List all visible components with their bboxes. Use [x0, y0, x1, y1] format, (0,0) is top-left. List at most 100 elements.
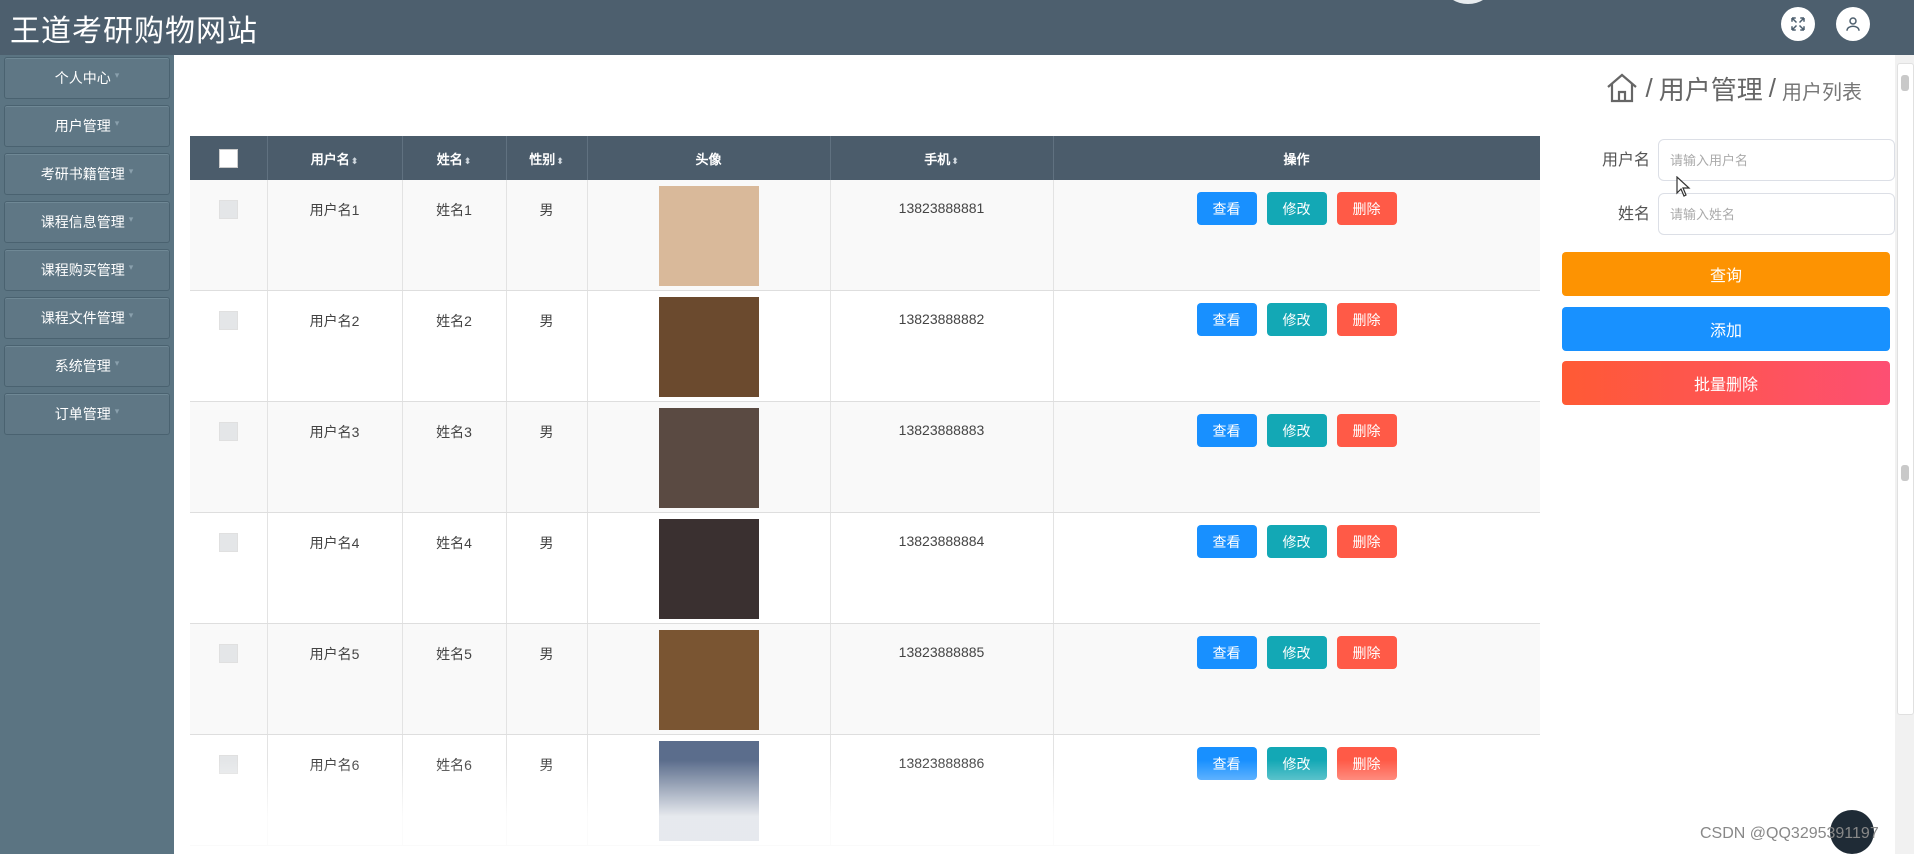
- table-row: 用户名5 姓名5 男 13823888885 查看 修改 删除: [190, 623, 1540, 735]
- sort-icon: ⬍: [350, 155, 359, 166]
- sidebar: 个人中心 ▾ 用户管理 ▾ 考研书籍管理 ▾ 课程信息管理 ▾ 课程购买管理 ▾ 课程文件…: [0, 55, 174, 854]
- cell-name: 姓名6: [436, 757, 472, 773]
- scrollbar-marker: [1901, 465, 1909, 481]
- column-header-username[interactable]: 用户名⬍: [267, 136, 403, 180]
- delete-button[interactable]: 删除: [1336, 303, 1397, 336]
- avatar-image: [658, 408, 759, 508]
- username-search-row: 用户名: [1560, 139, 1895, 183]
- delete-button[interactable]: 删除: [1336, 747, 1397, 780]
- sidebar-item-course-files[interactable]: 课程文件管理 ▾: [4, 297, 170, 339]
- cell-phone: 13823888883: [898, 422, 985, 438]
- sidebar-item-personal-center[interactable]: 个人中心 ▾: [4, 57, 170, 99]
- row-checkbox[interactable]: [218, 200, 238, 219]
- page-scrollbar[interactable]: [1895, 55, 1914, 854]
- user-profile-button[interactable]: [1836, 7, 1870, 41]
- name-search-input[interactable]: [1658, 193, 1895, 235]
- cell-gender: 男: [539, 646, 554, 662]
- column-header-phone[interactable]: 手机⬍: [830, 136, 1054, 180]
- sidebar-item-user-management[interactable]: 用户管理 ▾: [4, 105, 170, 147]
- chevron-down-icon: ▾: [114, 357, 120, 368]
- delete-button[interactable]: 删除: [1336, 525, 1397, 558]
- breadcrumb-current: 用户列表: [1782, 81, 1862, 104]
- cell-gender: 男: [539, 424, 554, 440]
- delete-button[interactable]: 删除: [1336, 192, 1397, 225]
- row-checkbox[interactable]: [218, 422, 238, 441]
- query-button[interactable]: 查询: [1562, 252, 1890, 296]
- delete-button[interactable]: 删除: [1336, 414, 1397, 447]
- table-row: 用户名2 姓名2 男 13823888882 查看 修改 删除: [190, 290, 1540, 402]
- delete-button[interactable]: 删除: [1336, 636, 1397, 669]
- cell-username: 用户名2: [309, 313, 360, 329]
- column-header-name[interactable]: 姓名⬍: [402, 136, 507, 180]
- edit-button[interactable]: 修改: [1266, 525, 1327, 558]
- view-button[interactable]: 查看: [1196, 636, 1257, 669]
- view-button[interactable]: 查看: [1196, 747, 1257, 780]
- scrollbar-thumb[interactable]: [1897, 63, 1914, 715]
- cell-name: 姓名5: [436, 646, 472, 662]
- expand-icon: [1791, 17, 1805, 31]
- avatar-image: [658, 741, 759, 841]
- header-decoration: [1446, 0, 1490, 4]
- breadcrumb-parent[interactable]: 用户管理: [1659, 70, 1763, 107]
- sidebar-item-books[interactable]: 考研书籍管理 ▾: [4, 153, 170, 195]
- select-all-checkbox[interactable]: [218, 148, 238, 168]
- edit-button[interactable]: 修改: [1266, 414, 1327, 447]
- sort-icon: ⬍: [951, 155, 959, 166]
- sidebar-item-course-purchase[interactable]: 课程购买管理 ▾: [4, 249, 170, 291]
- view-button[interactable]: 查看: [1196, 414, 1257, 447]
- username-search-input[interactable]: [1658, 139, 1895, 181]
- view-button[interactable]: 查看: [1196, 192, 1257, 225]
- cell-gender: 男: [539, 313, 554, 329]
- table-row: 用户名1 姓名1 男 13823888881 查看 修改 删除: [190, 180, 1540, 291]
- chevron-down-icon: ▾: [114, 69, 120, 80]
- home-icon[interactable]: [1604, 70, 1640, 106]
- row-checkbox[interactable]: [218, 311, 238, 330]
- fullscreen-button[interactable]: [1781, 7, 1815, 41]
- view-button[interactable]: 查看: [1196, 525, 1257, 558]
- table-header-row: 用户名⬍ 姓名⬍ 性别⬍ 头像 手机⬍ 操作: [190, 136, 1540, 180]
- chevron-down-icon: ▾: [128, 165, 134, 176]
- mouse-cursor-icon: [1676, 176, 1691, 197]
- cell-username: 用户名3: [309, 424, 360, 440]
- batch-delete-button[interactable]: 批量删除: [1562, 361, 1890, 405]
- sidebar-item-orders[interactable]: 订单管理 ▾: [4, 393, 170, 435]
- top-header: 王道考研购物网站: [0, 0, 1914, 55]
- add-button[interactable]: 添加: [1562, 307, 1890, 351]
- cell-name: 姓名2: [436, 313, 472, 329]
- cell-username: 用户名4: [309, 535, 360, 551]
- column-header-avatar: 头像: [587, 136, 831, 180]
- chevron-down-icon: ▾: [114, 117, 120, 128]
- name-search-row: 姓名: [1560, 193, 1895, 237]
- scrollbar-marker: [1901, 75, 1909, 91]
- chevron-down-icon: ▾: [128, 213, 134, 224]
- cell-gender: 男: [539, 202, 554, 218]
- breadcrumb-separator: /: [1645, 72, 1653, 103]
- cell-username: 用户名5: [309, 646, 360, 662]
- view-button[interactable]: 查看: [1196, 303, 1257, 336]
- avatar-image: [658, 519, 759, 619]
- cell-gender: 男: [539, 757, 554, 773]
- sidebar-item-system[interactable]: 系统管理 ▾: [4, 345, 170, 387]
- edit-button[interactable]: 修改: [1266, 636, 1327, 669]
- chevron-down-icon: ▾: [128, 309, 134, 320]
- column-header-gender[interactable]: 性别⬍: [506, 136, 588, 180]
- row-checkbox[interactable]: [218, 644, 238, 663]
- edit-button[interactable]: 修改: [1266, 303, 1327, 336]
- cell-name: 姓名4: [436, 535, 472, 551]
- cell-phone: 13823888886: [898, 755, 985, 771]
- cell-name: 姓名1: [436, 202, 472, 218]
- site-title: 王道考研购物网站: [10, 15, 258, 48]
- name-label: 姓名: [1617, 206, 1650, 223]
- edit-button[interactable]: 修改: [1266, 192, 1327, 225]
- cell-name: 姓名3: [436, 424, 472, 440]
- avatar-image: [658, 630, 759, 730]
- cell-phone: 13823888884: [898, 533, 985, 549]
- table-row: 用户名4 姓名4 男 13823888884 查看 修改 删除: [190, 512, 1540, 624]
- row-checkbox[interactable]: [218, 755, 238, 774]
- cell-phone: 13823888881: [898, 200, 985, 216]
- edit-button[interactable]: 修改: [1266, 747, 1327, 780]
- sidebar-item-course-info[interactable]: 课程信息管理 ▾: [4, 201, 170, 243]
- row-checkbox[interactable]: [218, 533, 238, 552]
- column-header-actions: 操作: [1053, 136, 1540, 180]
- watermark: CSDN @QQ3295391197: [1700, 825, 1879, 842]
